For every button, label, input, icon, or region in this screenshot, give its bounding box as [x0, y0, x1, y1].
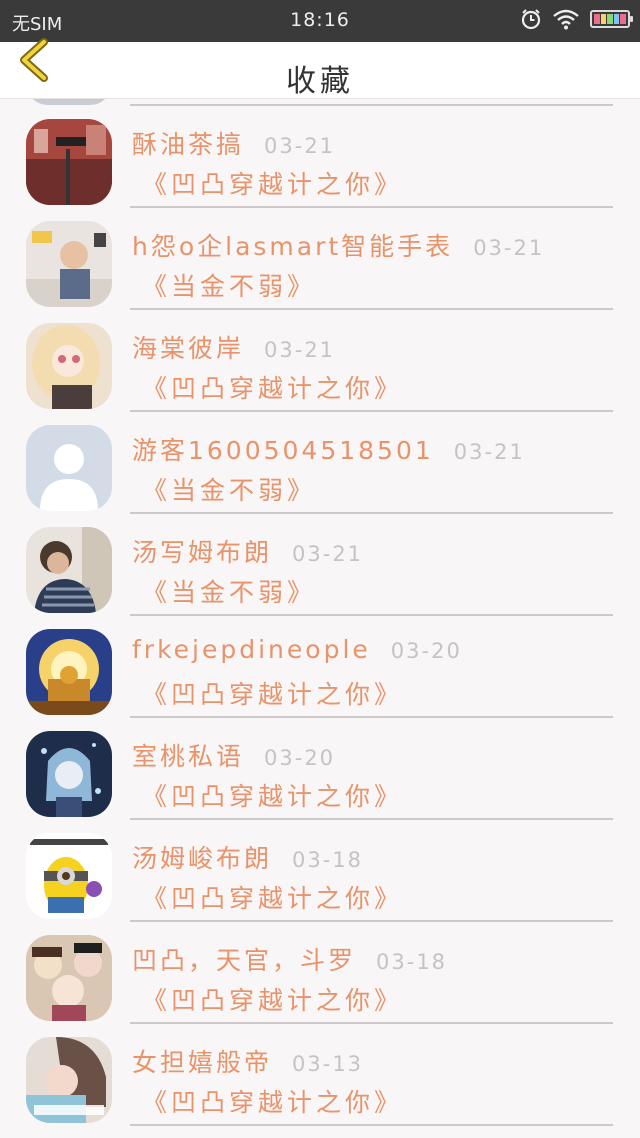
book-title: 《凹凸穿越计之你》 [142, 1088, 404, 1117]
book-title: 《当金不弱》 [142, 272, 317, 301]
item-header: 酥油茶搞 03-21 [132, 125, 335, 159]
list-item[interactable]: 女担嬉般帝 03-13 《凹凸穿越计之你》 [0, 1017, 640, 1126]
book-title: 《凹凸穿越计之你》 [142, 986, 404, 1015]
list-item[interactable]: 室桃私语 03-20 《凹凸穿越计之你》 [0, 711, 640, 820]
item-date: 03-18 [376, 950, 448, 974]
list-item[interactable]: h怨o企lasmart智能手表 03-21 《当金不弱》 [0, 201, 640, 310]
list-item[interactable]: frkejepdineople 03-20 《凹凸穿越计之你》 [0, 609, 640, 718]
avatar [26, 527, 112, 613]
battery-icon [590, 10, 633, 28]
book-title: 《凹凸穿越计之你》 [142, 884, 404, 913]
avatar [26, 1037, 112, 1123]
divider [130, 1124, 613, 1126]
book-title: 《当金不弱》 [142, 578, 317, 607]
user-name: 汤姆峻布朗 [132, 844, 273, 873]
favorites-list: 酥油茶搞 03-21 《凹凸穿越计之你》 h怨o企lasmart智能手表 03-… [0, 99, 640, 1138]
user-name: 游客1600504518501 [132, 436, 434, 465]
avatar [26, 935, 112, 1021]
item-header: 室桃私语 03-20 [132, 737, 335, 771]
item-header: 汤写姆布朗 03-21 [132, 533, 363, 567]
item-header: frkejepdineople 03-20 [132, 635, 462, 669]
item-header: 游客1600504518501 03-21 [132, 431, 525, 465]
user-name: 女担嬉般帝 [132, 1048, 273, 1077]
item-date: 03-21 [292, 542, 364, 566]
item-date: 03-18 [292, 848, 364, 872]
item-header: 汤姆峻布朗 03-18 [132, 839, 363, 873]
book-title: 《凹凸穿越计之你》 [142, 782, 404, 811]
user-name: 酥油茶搞 [132, 130, 245, 159]
user-name: 海棠彼岸 [132, 334, 245, 363]
item-date: 03-20 [390, 639, 462, 663]
book-title: 《凹凸穿越计之你》 [142, 374, 404, 403]
list-item[interactable]: 游客1600504518501 03-21 《当金不弱》 [0, 405, 640, 514]
user-name: h怨o企lasmart智能手表 [132, 232, 454, 261]
item-date: 03-21 [473, 236, 545, 260]
item-header: 凹凸，天官，斗罗 03-18 [132, 941, 447, 975]
item-date: 03-21 [453, 440, 525, 464]
status-icons [520, 8, 633, 30]
book-title: 《凹凸穿越计之你》 [142, 170, 404, 199]
avatar [26, 833, 112, 919]
alarm-icon [521, 9, 541, 30]
avatar [26, 119, 112, 205]
item-date: 03-21 [264, 338, 336, 362]
book-title: 《凹凸穿越计之你》 [142, 680, 404, 709]
item-date: 03-21 [264, 134, 336, 158]
list-item[interactable]: 海棠彼岸 03-21 《凹凸穿越计之你》 [0, 303, 640, 412]
list-item[interactable]: 汤写姆布朗 03-21 《当金不弱》 [0, 507, 640, 616]
item-header: h怨o企lasmart智能手表 03-21 [132, 227, 544, 261]
avatar [26, 629, 112, 715]
user-name: 凹凸，天官，斗罗 [132, 946, 357, 975]
item-date: 03-13 [292, 1052, 364, 1076]
item-header: 海棠彼岸 03-21 [132, 329, 335, 363]
avatar [26, 323, 112, 409]
avatar [26, 425, 112, 511]
list-item[interactable]: 酥油茶搞 03-21 《凹凸穿越计之你》 [0, 99, 640, 208]
item-date: 03-20 [264, 746, 336, 770]
list-item[interactable]: 汤姆峻布朗 03-18 《凹凸穿越计之你》 [0, 813, 640, 922]
header: 收藏 [0, 38, 640, 99]
avatar [26, 221, 112, 307]
avatar [26, 731, 112, 817]
item-header: 女担嬉般帝 03-13 [132, 1043, 363, 1077]
wifi-icon [553, 9, 579, 30]
page-title: 收藏 [286, 64, 354, 99]
user-name: 室桃私语 [132, 742, 245, 771]
list-item[interactable]: 凹凸，天官，斗罗 03-18 《凹凸穿越计之你》 [0, 915, 640, 1024]
status-bar: 无SIM 18:16 [0, 0, 640, 42]
user-name: 汤写姆布朗 [132, 538, 273, 567]
user-name: frkejepdineople [132, 635, 371, 664]
book-title: 《当金不弱》 [142, 476, 317, 505]
